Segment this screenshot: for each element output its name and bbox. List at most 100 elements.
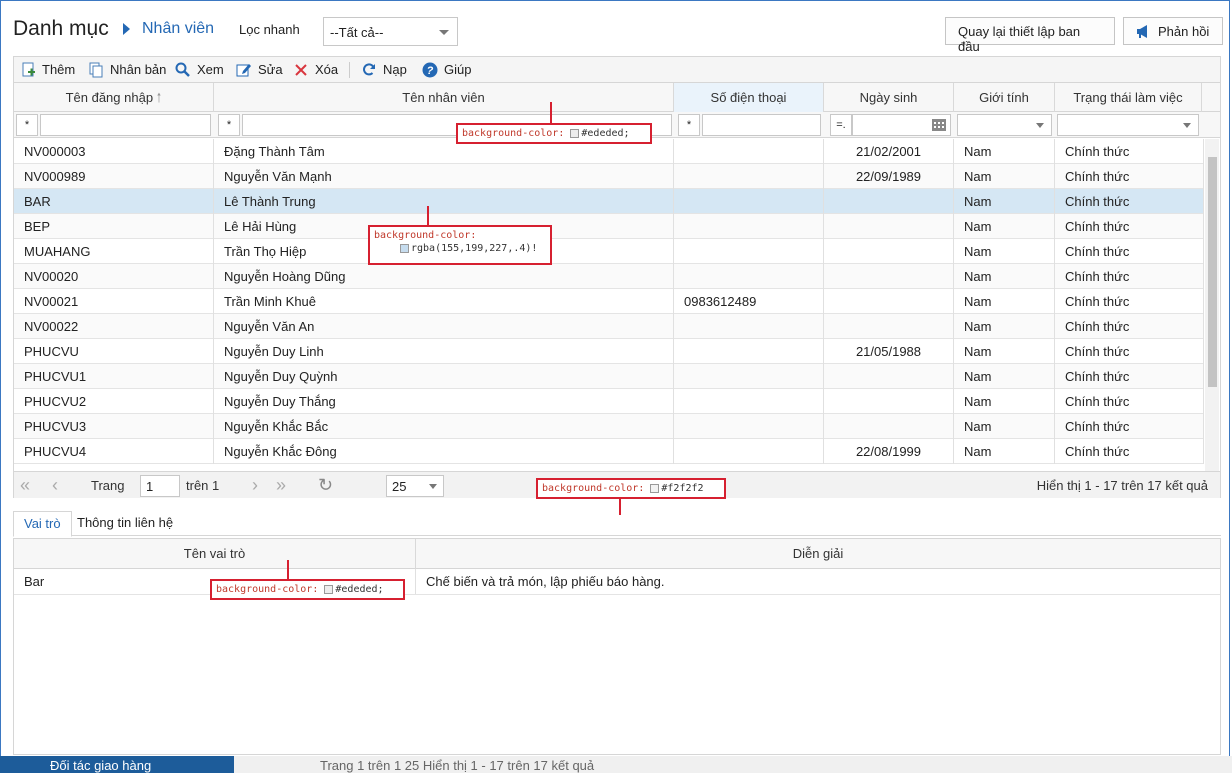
col-header-description[interactable]: Diễn giải bbox=[416, 539, 1220, 569]
filter-op-phone[interactable]: * bbox=[678, 114, 700, 136]
filter-select-status[interactable] bbox=[1057, 114, 1199, 136]
filter-op-birthday[interactable]: =. bbox=[830, 114, 852, 136]
reset-layout-button[interactable]: Quay lại thiết lập ban đầu bbox=[945, 17, 1115, 54]
cell-birthday bbox=[824, 289, 954, 314]
cell-phone bbox=[674, 339, 824, 364]
table-row[interactable]: NV000989 Nguyễn Văn Mạnh 22/09/1989 Nam Chín… bbox=[14, 164, 1204, 189]
view-button[interactable]: Xem bbox=[175, 62, 224, 80]
filter-select-gender[interactable] bbox=[957, 114, 1052, 136]
cell-username: PHUCVU bbox=[14, 339, 214, 364]
quick-filter-select[interactable]: --Tất cả-- bbox=[323, 17, 458, 46]
cell-birthday bbox=[824, 189, 954, 214]
delete-button[interactable]: Xóa bbox=[293, 62, 338, 80]
cell-username: PHUCVU2 bbox=[14, 389, 214, 414]
cell-phone bbox=[674, 414, 824, 439]
cell-gender: Nam bbox=[954, 164, 1055, 189]
table-row[interactable]: MUAHANG Trần Thọ Hiệp Nam Chính thức bbox=[14, 239, 1204, 264]
page-input[interactable]: 1 bbox=[140, 475, 180, 497]
help-button[interactable]: ? Giúp bbox=[422, 62, 471, 80]
tab-contact-info[interactable]: Thông tin liên hệ bbox=[67, 511, 183, 537]
refresh-icon[interactable]: ↻ bbox=[318, 476, 333, 494]
cell-status: Chính thức bbox=[1055, 439, 1204, 464]
cell-gender: Nam bbox=[954, 389, 1055, 414]
page-size-select[interactable]: 25 bbox=[386, 475, 444, 497]
toolbar-divider bbox=[349, 62, 350, 78]
vertical-scrollbar[interactable] bbox=[1205, 139, 1219, 472]
filter-input-birthday[interactable] bbox=[852, 114, 951, 136]
table-row[interactable]: BAR Lê Thành Trung Nam Chính thức bbox=[14, 189, 1204, 214]
table-row[interactable]: PHUCVU1 Nguyễn Duy Quỳnh Nam Chính thức bbox=[14, 364, 1204, 389]
cell-gender: Nam bbox=[954, 339, 1055, 364]
table-row[interactable]: PHUCVU Nguyễn Duy Linh 21/05/1988 Nam Chính … bbox=[14, 339, 1204, 364]
chevron-down-icon bbox=[439, 30, 449, 35]
col-header-birthday[interactable]: Ngày sinh bbox=[824, 83, 954, 112]
view-label: Xem bbox=[197, 62, 224, 77]
annotation-leader bbox=[287, 560, 289, 580]
breadcrumb-arrow-icon bbox=[123, 23, 130, 35]
grid-body: NV000003 Đặng Thành Tâm 21/02/2001 Nam Chính… bbox=[14, 139, 1204, 472]
col-header-username[interactable]: Tên đăng nhập 🠑 bbox=[14, 83, 214, 112]
close-icon bbox=[293, 62, 309, 78]
col-header-name[interactable]: Tên nhân viên bbox=[214, 83, 674, 112]
table-row[interactable]: NV00021 Trần Minh Khuê 0983612489 Nam Chính … bbox=[14, 289, 1204, 314]
scrollbar-thumb[interactable] bbox=[1208, 157, 1217, 387]
annotation-value: rgba(155,199,227,.4)! bbox=[411, 243, 538, 254]
col-header-phone[interactable]: Số điện thoại bbox=[674, 83, 824, 112]
table-row[interactable]: PHUCVU3 Nguyễn Khắc Bắc Nam Chính thức bbox=[14, 414, 1204, 439]
duplicate-button[interactable]: Nhân bản bbox=[88, 62, 166, 80]
annotation-key: background-color: bbox=[216, 584, 319, 595]
add-icon bbox=[20, 62, 36, 78]
tab-roles[interactable]: Vai trò bbox=[13, 511, 72, 537]
annotation-leader bbox=[550, 102, 552, 124]
table-row[interactable]: NV00020 Nguyễn Hoàng Dũng Nam Chính thức bbox=[14, 264, 1204, 289]
annotation-filter-bg: background-color: #ededed; bbox=[456, 123, 652, 144]
annotation-value: #f2f2f2 bbox=[661, 483, 704, 494]
col-header-role-name[interactable]: Tên vai trò bbox=[14, 539, 416, 569]
background-sidebar-item: Đối tác giao hàng bbox=[0, 756, 234, 773]
table-row[interactable]: PHUCVU4 Nguyễn Khắc Đông 22/08/1999 Nam Chín… bbox=[14, 439, 1204, 464]
last-page-icon[interactable]: » bbox=[276, 476, 286, 494]
table-row[interactable]: Bar Chế biến và trả món, lập phiếu báo h… bbox=[14, 569, 1220, 595]
table-row[interactable]: PHUCVU2 Nguyễn Duy Thắng Nam Chính thức bbox=[14, 389, 1204, 414]
edit-icon bbox=[236, 62, 252, 78]
cell-gender: Nam bbox=[954, 289, 1055, 314]
table-row[interactable]: BEP Lê Hải Hùng Nam Chính thức bbox=[14, 214, 1204, 239]
prev-page-icon[interactable]: ‹ bbox=[52, 476, 58, 494]
chevron-down-icon bbox=[1036, 123, 1044, 128]
add-button[interactable]: Thêm bbox=[20, 62, 75, 80]
cell-name: Lê Thành Trung bbox=[214, 189, 674, 214]
cell-status: Chính thức bbox=[1055, 364, 1204, 389]
reload-button[interactable]: Nạp bbox=[361, 62, 407, 80]
duplicate-icon bbox=[88, 62, 104, 78]
calendar-icon[interactable] bbox=[932, 119, 946, 131]
help-label: Giúp bbox=[444, 62, 472, 77]
col-header-gender[interactable]: Giới tính bbox=[954, 83, 1055, 112]
cell-status: Chính thức bbox=[1055, 339, 1204, 364]
cell-birthday bbox=[824, 264, 954, 289]
annotation-pager-bg: background-color: #f2f2f2 bbox=[536, 478, 726, 499]
cell-status: Chính thức bbox=[1055, 389, 1204, 414]
feedback-button[interactable]: Phản hồi bbox=[1123, 17, 1223, 45]
filter-input-phone[interactable] bbox=[702, 114, 821, 136]
edit-button[interactable]: Sửa bbox=[236, 62, 283, 80]
color-swatch bbox=[400, 243, 409, 253]
breadcrumb-current[interactable]: Nhân viên bbox=[142, 20, 214, 38]
first-page-icon[interactable]: « bbox=[20, 476, 30, 494]
background-pager-text: Trang 1 trên 1 25 Hiển thị 1 - 17 trên 1… bbox=[320, 758, 595, 773]
col-header-status[interactable]: Trạng thái làm việc bbox=[1055, 83, 1202, 112]
table-row[interactable]: NV00022 Nguyễn Văn An Nam Chính thức bbox=[14, 314, 1204, 339]
grid-header: Tên đăng nhập 🠑 Tên nhân viên Số điện th… bbox=[14, 83, 1220, 112]
page-summary: Hiển thị 1 - 17 trên 17 kết quả bbox=[1036, 478, 1208, 493]
cell-gender: Nam bbox=[954, 264, 1055, 289]
filter-op-username[interactable]: * bbox=[16, 114, 38, 136]
filter-op-name[interactable]: * bbox=[218, 114, 240, 136]
filter-input-username[interactable] bbox=[40, 114, 211, 136]
cell-phone bbox=[674, 389, 824, 414]
next-page-icon[interactable]: › bbox=[252, 476, 258, 494]
cell-gender: Nam bbox=[954, 239, 1055, 264]
cell-username: BAR bbox=[14, 189, 214, 214]
annotation-subgrid-bg: background-color: #ededed; bbox=[210, 579, 405, 600]
cell-name: Nguyễn Duy Quỳnh bbox=[214, 364, 674, 389]
cell-username: MUAHANG bbox=[14, 239, 214, 264]
page-label: Trang bbox=[91, 478, 125, 493]
